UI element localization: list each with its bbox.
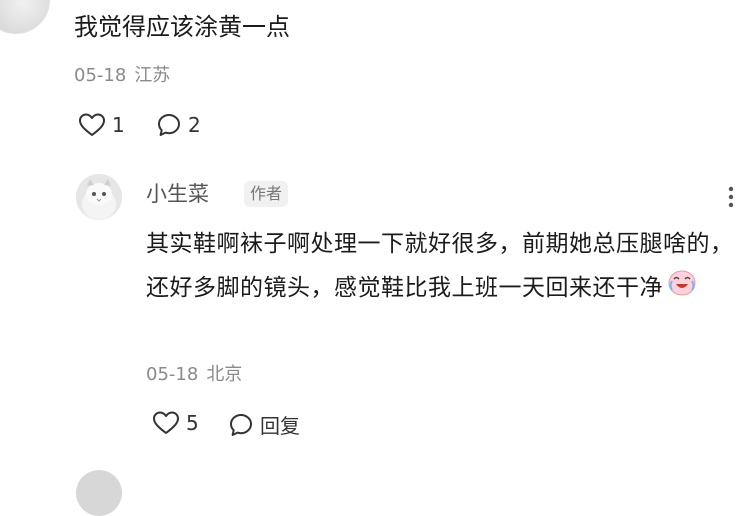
comment-location: 江苏: [134, 65, 171, 86]
heart-icon: [79, 113, 105, 136]
reply-label: 回复: [260, 414, 300, 438]
comment-date: 05-18: [74, 65, 127, 86]
like-count: 1: [112, 113, 125, 137]
like-count: 5: [186, 411, 199, 435]
avatar[interactable]: [0, 0, 50, 34]
comment-text: 其实鞋啊袜子啊处理一下就好很多，前期她总压腿啥的，还好多脚的镜头，感觉鞋比我上班…: [146, 222, 736, 311]
more-vertical-icon: [728, 186, 734, 208]
avatar[interactable]: [76, 174, 122, 220]
comment-bubble-icon: [158, 114, 180, 136]
reply-count: 2: [188, 113, 201, 137]
like-button[interactable]: 1: [78, 112, 125, 138]
comment-location: 北京: [206, 364, 243, 385]
author-badge: 作者: [244, 181, 289, 207]
reply-button[interactable]: 2: [156, 112, 201, 138]
heart-icon: [153, 411, 179, 434]
more-button[interactable]: [728, 186, 734, 212]
comment-meta: 05-18 北京: [146, 363, 242, 387]
comment-bubble-icon: [230, 413, 252, 436]
crying-laugh-emoji: [667, 267, 697, 311]
avatar[interactable]: [76, 470, 122, 516]
comment-date: 05-18: [146, 364, 199, 385]
username[interactable]: 小生菜: [146, 180, 209, 208]
comment-text: 我觉得应该涂黄一点: [74, 13, 290, 41]
comment-body: 其实鞋啊袜子啊处理一下就好很多，前期她总压腿啥的，还好多脚的镜头，感觉鞋比我上班…: [146, 231, 734, 301]
avatar-image: [76, 174, 122, 220]
reply-button[interactable]: 回复: [228, 410, 300, 439]
like-button[interactable]: 5: [152, 410, 199, 436]
comment-meta: 05-18 江苏: [74, 64, 170, 88]
